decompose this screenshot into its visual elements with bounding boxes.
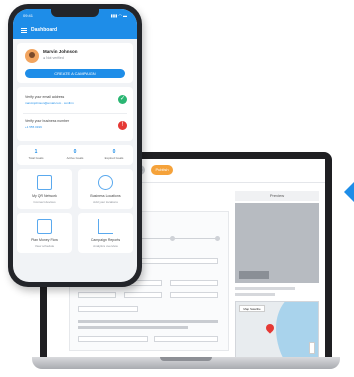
hamburger-menu-icon[interactable]	[21, 28, 27, 33]
phone-verify-title: Verify your business number	[25, 119, 70, 123]
location-map[interactable]: Map Satellite	[235, 301, 319, 359]
profile-card: Marvin Johnson ● Not verified CREATE A C…	[17, 43, 133, 83]
step-dot[interactable]	[215, 236, 220, 241]
preview-panel: Preview Map Satellite	[235, 191, 319, 359]
user-status: ● Not verified	[43, 56, 64, 60]
stat-expired[interactable]: 0 Expired Goals	[95, 149, 133, 160]
user-name: Marvin Johnson	[43, 49, 78, 54]
tile-sub: Connect devices	[33, 200, 56, 204]
stat-label: Total Goals	[28, 156, 44, 160]
tile-sub: View schedule	[34, 244, 55, 248]
form-field[interactable]	[78, 336, 148, 342]
tile-sub: Add your locations	[93, 200, 118, 204]
tile-plan-money-flow[interactable]: Plan Money Flow View schedule	[17, 213, 72, 253]
avatar[interactable]	[25, 49, 39, 63]
stat-value: 0	[112, 149, 116, 155]
map-zoom-control[interactable]	[309, 342, 315, 354]
stat-value: 0	[73, 149, 77, 155]
phone-notch	[51, 9, 99, 17]
form-field[interactable]	[78, 306, 138, 312]
stats-card: 1 Total Goals 0 Active Goals 0 Expired G…	[17, 145, 133, 165]
form-field[interactable]	[124, 292, 162, 298]
form-field[interactable]	[154, 336, 218, 342]
step-dot[interactable]	[170, 236, 175, 241]
stat-value: 1	[34, 149, 38, 155]
tile-label: Plan Money Flow	[31, 238, 58, 242]
tile-qr-network[interactable]: My QR Network Connect devices	[17, 169, 72, 209]
publish-button[interactable]: Publish	[151, 165, 173, 175]
form-text	[78, 320, 218, 323]
arrow-left-icon	[344, 180, 354, 204]
phone-verify-link[interactable]: +1 555 0199	[25, 125, 42, 129]
phone-mockup: 09:41 ▮▮▮ ◠ ▬ Dashboard Marvin Johnson ●…	[8, 4, 142, 287]
stat-label: Expired Goals	[104, 156, 124, 160]
qr-code-icon	[37, 175, 52, 190]
tile-label: Business Locations	[90, 194, 121, 198]
stat-label: Active Goals	[66, 156, 84, 160]
phone-screen: 09:41 ▮▮▮ ◠ ▬ Dashboard Marvin Johnson ●…	[13, 9, 137, 282]
preview-caption	[239, 271, 269, 279]
email-verify-title: Verify your email address	[25, 95, 65, 99]
divider	[23, 113, 127, 114]
calendar-icon	[37, 219, 52, 234]
tile-campaign-reports[interactable]: Campaign Reports Analytics overview	[78, 213, 133, 253]
app-title: Dashboard	[31, 27, 58, 33]
stat-total[interactable]: 1 Total Goals	[17, 149, 55, 160]
form-field[interactable]	[170, 292, 218, 298]
preview-image	[235, 203, 319, 283]
preview-heading: Preview	[235, 191, 319, 201]
preview-text	[235, 287, 295, 290]
bar-chart-icon	[98, 219, 113, 234]
status-time: 09:41	[23, 13, 34, 18]
tile-sub: Analytics overview	[93, 244, 118, 248]
tile-label: My QR Network	[32, 194, 57, 198]
status-indicators: ▮▮▮ ◠ ▬	[110, 13, 127, 18]
check-icon: ✓	[118, 95, 127, 104]
form-field[interactable]	[170, 280, 218, 286]
stat-active[interactable]: 0 Active Goals	[56, 149, 94, 160]
location-pin-icon	[98, 175, 113, 190]
email-verify-link[interactable]: marvinjohnson@email.com · confirm	[25, 101, 74, 105]
tile-business-locations[interactable]: Business Locations Add your locations	[78, 169, 133, 209]
verification-card: Verify your email address marvinjohnson@…	[17, 87, 133, 141]
preview-text	[235, 293, 275, 296]
create-campaign-button[interactable]: CREATE A CAMPAIGN	[25, 69, 125, 78]
form-text	[78, 326, 188, 329]
alert-icon: !	[118, 121, 127, 130]
map-type-toggle[interactable]: Map Satellite	[239, 305, 265, 312]
tile-label: Campaign Reports	[90, 238, 121, 242]
form-field[interactable]	[78, 292, 116, 298]
map-pin-icon[interactable]	[264, 322, 276, 334]
app-header: Dashboard	[13, 23, 137, 39]
laptop-notch	[160, 357, 212, 361]
